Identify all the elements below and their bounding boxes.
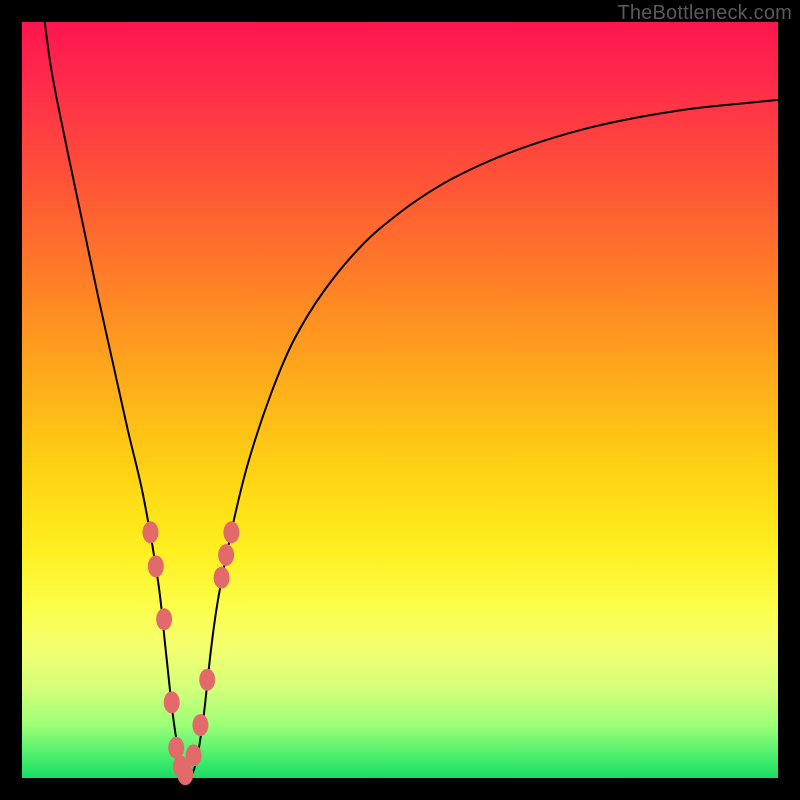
- marker-point: [199, 669, 215, 691]
- marker-point: [192, 714, 208, 736]
- marker-point: [143, 521, 159, 543]
- curve-svg: [22, 22, 778, 778]
- marker-point: [148, 555, 164, 577]
- watermark-text: TheBottleneck.com: [617, 2, 792, 25]
- marker-point: [156, 608, 172, 630]
- marker-point: [214, 567, 230, 589]
- gradient-plot-area: [22, 22, 778, 778]
- bottleneck-curve: [45, 22, 778, 778]
- marker-point: [168, 737, 184, 759]
- marker-point: [218, 544, 234, 566]
- marker-group: [143, 521, 240, 785]
- marker-point: [164, 691, 180, 713]
- marker-point: [186, 744, 202, 766]
- marker-point: [223, 521, 239, 543]
- marker-point: [177, 763, 193, 785]
